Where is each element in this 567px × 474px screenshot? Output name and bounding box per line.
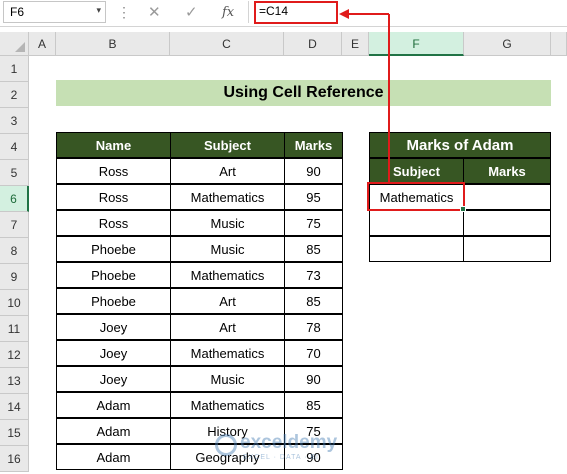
watermark-logo: exceldemy EXCEL · DATA · BI — [210, 430, 360, 466]
reference-arrow — [339, 9, 390, 182]
watermark-name: exceldemy — [240, 432, 338, 453]
watermark-icon — [215, 434, 237, 456]
watermark-tagline: EXCEL · DATA · BI — [243, 454, 319, 461]
